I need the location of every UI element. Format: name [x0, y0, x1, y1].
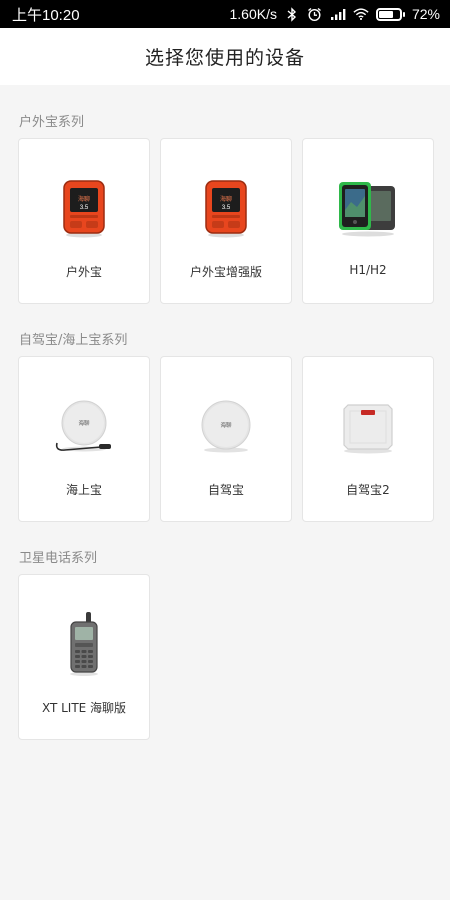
svg-text:3.5: 3.5 — [222, 205, 231, 211]
battery-icon — [375, 7, 405, 21]
rugged-tablet-icon — [303, 139, 433, 257]
sea-antenna-icon: 海聊 — [19, 357, 149, 475]
alarm-icon — [307, 6, 323, 22]
network-speed: 1.60K/s — [229, 6, 277, 22]
device-label: 自驾宝2 — [346, 483, 390, 497]
svg-text:海聊: 海聊 — [78, 419, 90, 427]
device-grid-drive-sea: 海聊 海上宝 海聊 自驾宝 自驾宝2 — [18, 356, 434, 522]
wifi-icon — [353, 6, 369, 22]
device-card-drive[interactable]: 海聊 自驾宝 — [160, 356, 292, 522]
signal-icon — [330, 6, 346, 22]
section-title-drive-sea: 自驾宝/海上宝系列 — [19, 333, 128, 348]
device-label: 户外宝 — [65, 265, 102, 279]
outdoor-device-icon: 海聊 3.5 — [19, 139, 149, 257]
status-icons: 1.60K/s 72% — [229, 6, 440, 22]
square-box-device-icon — [303, 357, 433, 475]
device-grid-outdoor: 海聊 3.5 户外宝 海聊 3.5 户外宝增强版 H1/H2 — [18, 138, 434, 304]
device-card-drive-2[interactable]: 自驾宝2 — [302, 356, 434, 522]
svg-text:海聊: 海聊 — [220, 195, 232, 203]
device-card-sea[interactable]: 海聊 海上宝 — [18, 356, 150, 522]
device-card-h1-h2[interactable]: H1/H2 — [302, 138, 434, 304]
device-card-outdoor-plus[interactable]: 海聊 3.5 户外宝增强版 — [160, 138, 292, 304]
battery-percent: 72% — [411, 6, 440, 22]
outdoor-plus-device-icon: 海聊 3.5 — [161, 139, 291, 257]
bluetooth-icon — [284, 6, 300, 22]
status-bar: 上午10:20 1.60K/s 72% — [0, 0, 450, 28]
satellite-phone-icon — [19, 575, 149, 693]
device-label: XT LITE 海聊版 — [41, 701, 127, 715]
device-grid-satellite: XT LITE 海聊版 — [18, 574, 150, 740]
svg-text:3.5: 3.5 — [80, 205, 89, 211]
device-label: 海上宝 — [65, 483, 102, 497]
device-label: 自驾宝 — [207, 483, 244, 497]
status-time: 上午10:20 — [12, 6, 80, 24]
section-title-satellite: 卫星电话系列 — [19, 551, 98, 566]
page-title: 选择您使用的设备 — [144, 47, 305, 69]
device-label: H1/H2 — [349, 263, 387, 277]
drive-antenna-icon: 海聊 — [161, 357, 291, 475]
svg-text:海聊: 海聊 — [78, 195, 90, 203]
device-card-outdoor[interactable]: 海聊 3.5 户外宝 — [18, 138, 150, 304]
device-card-xt-lite[interactable]: XT LITE 海聊版 — [18, 574, 150, 740]
page-header: 选择您使用的设备 — [0, 28, 450, 85]
device-label: 户外宝增强版 — [189, 265, 262, 279]
section-title-outdoor: 户外宝系列 — [19, 115, 85, 130]
svg-text:海聊: 海聊 — [220, 421, 232, 429]
